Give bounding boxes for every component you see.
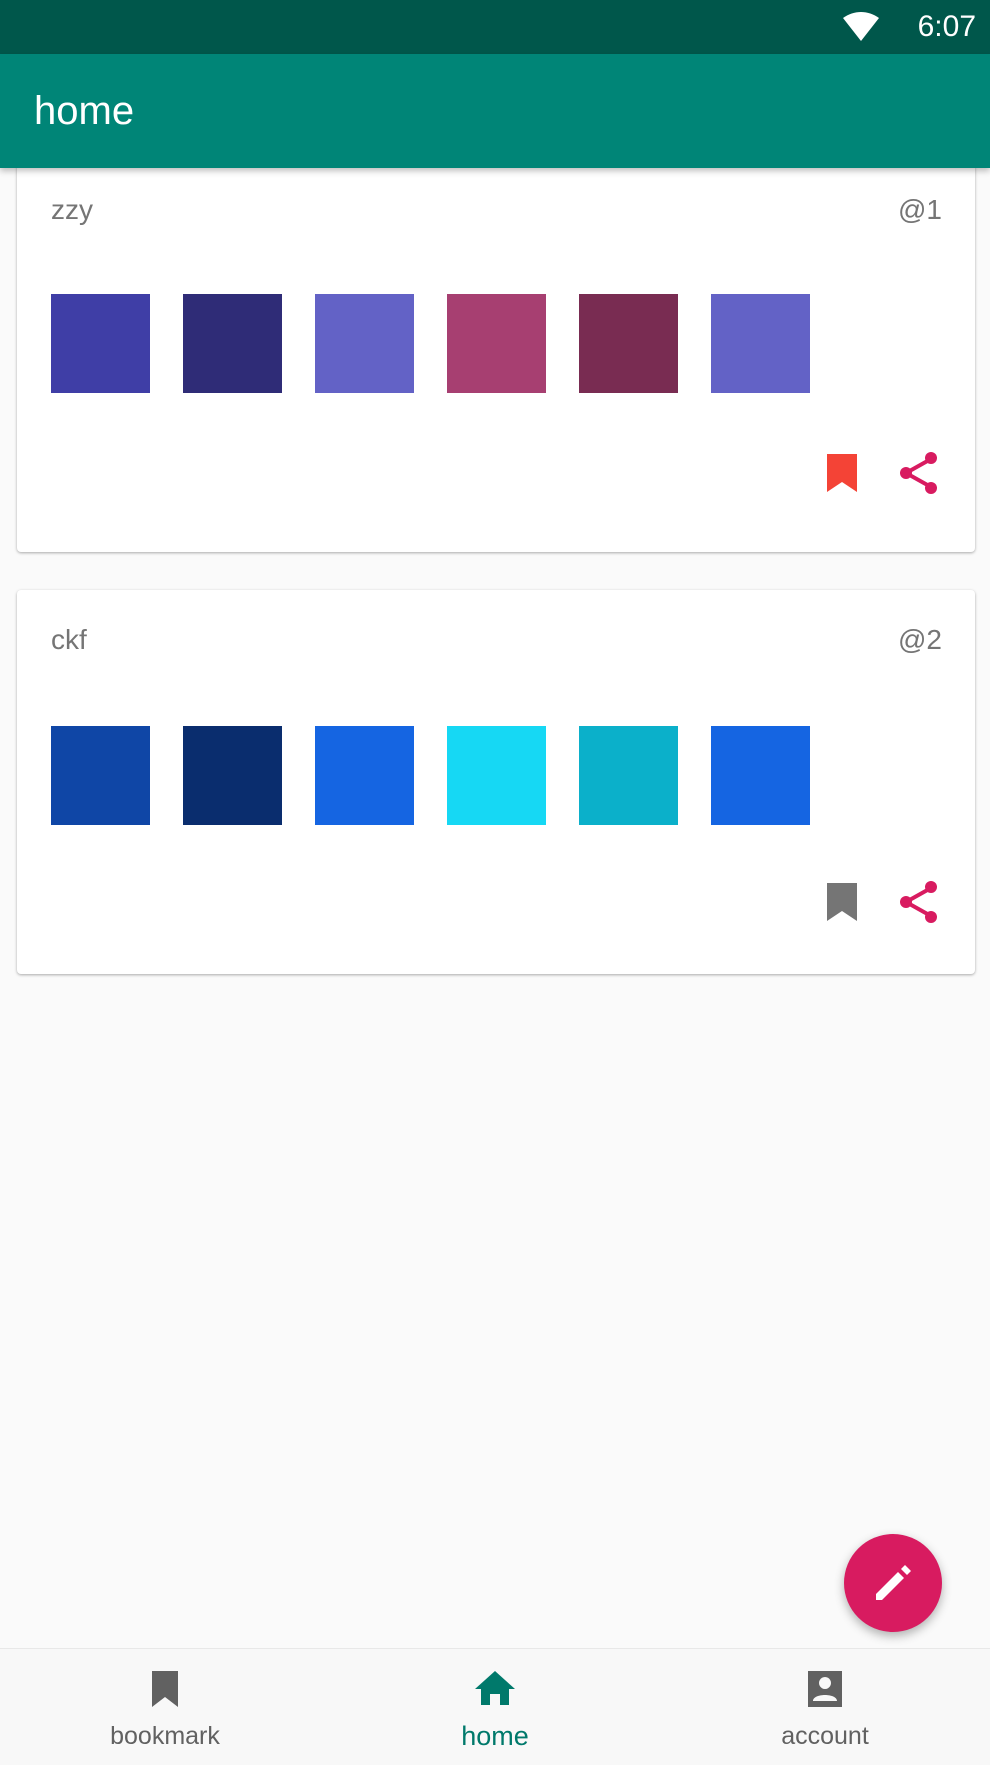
color-swatch[interactable] [711, 726, 810, 825]
bookmark-icon [827, 883, 857, 921]
card-id: @1 [898, 194, 942, 225]
color-card[interactable]: ckf @2 [17, 590, 975, 974]
nav-item-label: account [781, 1722, 869, 1750]
card-id: @2 [898, 624, 942, 655]
card-name: zzy [51, 194, 93, 225]
account-box-icon [808, 1671, 842, 1707]
app-bar: home [0, 54, 990, 168]
bookmark-icon [152, 1671, 178, 1707]
color-swatch[interactable] [183, 726, 282, 825]
nav-item-account[interactable]: account [660, 1649, 990, 1765]
color-swatch[interactable] [579, 294, 678, 393]
share-button[interactable] [894, 448, 944, 498]
color-swatch[interactable] [447, 294, 546, 393]
color-swatch[interactable] [51, 726, 150, 825]
status-bar: 6:07 [0, 0, 990, 54]
color-swatch[interactable] [315, 726, 414, 825]
bookmark-icon [827, 454, 857, 492]
nav-item-home[interactable]: home [330, 1649, 660, 1765]
share-button[interactable] [894, 877, 944, 927]
card-name: ckf [51, 624, 87, 655]
nav-item-label: bookmark [110, 1722, 220, 1750]
wifi-icon [843, 12, 879, 41]
bottom-navigation: bookmark home account [0, 1648, 990, 1765]
status-time: 6:07 [917, 10, 976, 43]
share-icon [900, 881, 937, 923]
bookmark-button[interactable] [817, 877, 867, 927]
color-swatch[interactable] [51, 294, 150, 393]
color-swatches [51, 726, 843, 826]
color-card[interactable]: zzy @1 [17, 168, 975, 552]
bookmark-button[interactable] [817, 448, 867, 498]
color-list[interactable]: zzy @1 ckf @2 [0, 168, 990, 1648]
edit-pencil-icon [876, 1565, 911, 1600]
nav-item-label: home [461, 1721, 529, 1751]
color-swatch[interactable] [711, 294, 810, 393]
color-swatch[interactable] [579, 726, 678, 825]
nav-item-bookmark[interactable]: bookmark [0, 1649, 330, 1765]
color-swatches [51, 294, 843, 394]
color-swatch[interactable] [183, 294, 282, 393]
color-swatch[interactable] [315, 294, 414, 393]
edit-fab-button[interactable] [844, 1534, 942, 1632]
page-title: home [34, 89, 135, 133]
home-icon [475, 1671, 515, 1705]
color-swatch[interactable] [447, 726, 546, 825]
share-icon [900, 452, 937, 494]
